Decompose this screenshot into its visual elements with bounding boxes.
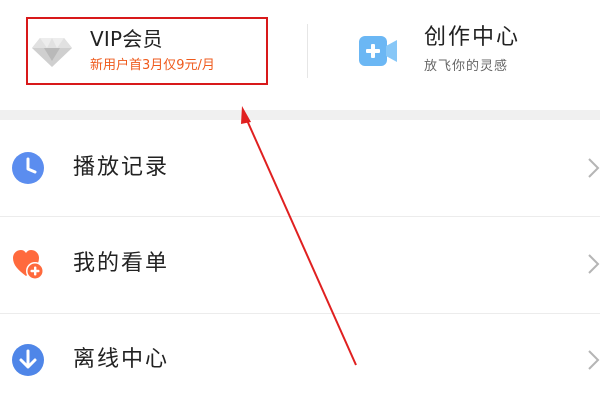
top-feature-section: VIP会员 新用户首3月仅9元/月 创作中心 放飞你的灵感: [0, 0, 600, 110]
clock-icon: [12, 152, 44, 184]
menu-item-play-history[interactable]: 播放记录: [0, 120, 600, 216]
menu-item-my-watchlist[interactable]: 我的看单: [0, 217, 600, 313]
menu-item-label: 离线中心: [73, 347, 170, 372]
vip-diamond-icon: [32, 38, 72, 67]
video-camera-plus-icon: [359, 36, 397, 66]
menu-list: 播放记录 我的看单 离线中心: [0, 120, 600, 410]
vip-subtitle: 新用户首3月仅9元/月: [90, 58, 215, 73]
chevron-right-icon: [588, 350, 600, 370]
menu-item-label: 我的看单: [73, 251, 170, 276]
section-separator: [0, 110, 600, 120]
menu-item-label: 播放记录: [73, 155, 170, 180]
creator-subtitle: 放飞你的灵感: [424, 59, 509, 74]
vip-membership-entry[interactable]: VIP会员 新用户首3月仅9元/月: [26, 17, 268, 85]
download-arrow-icon: [12, 344, 44, 376]
chevron-right-icon: [588, 158, 600, 178]
vip-title: VIP会员: [90, 27, 163, 51]
heart-plus-icon: [13, 250, 44, 280]
menu-item-offline-center[interactable]: 离线中心: [0, 314, 600, 410]
creator-center-entry[interactable]: 创作中心 放飞你的灵感: [352, 24, 592, 84]
chevron-right-icon: [588, 254, 600, 274]
top-section-divider: [307, 24, 308, 78]
creator-title: 创作中心: [424, 25, 521, 50]
